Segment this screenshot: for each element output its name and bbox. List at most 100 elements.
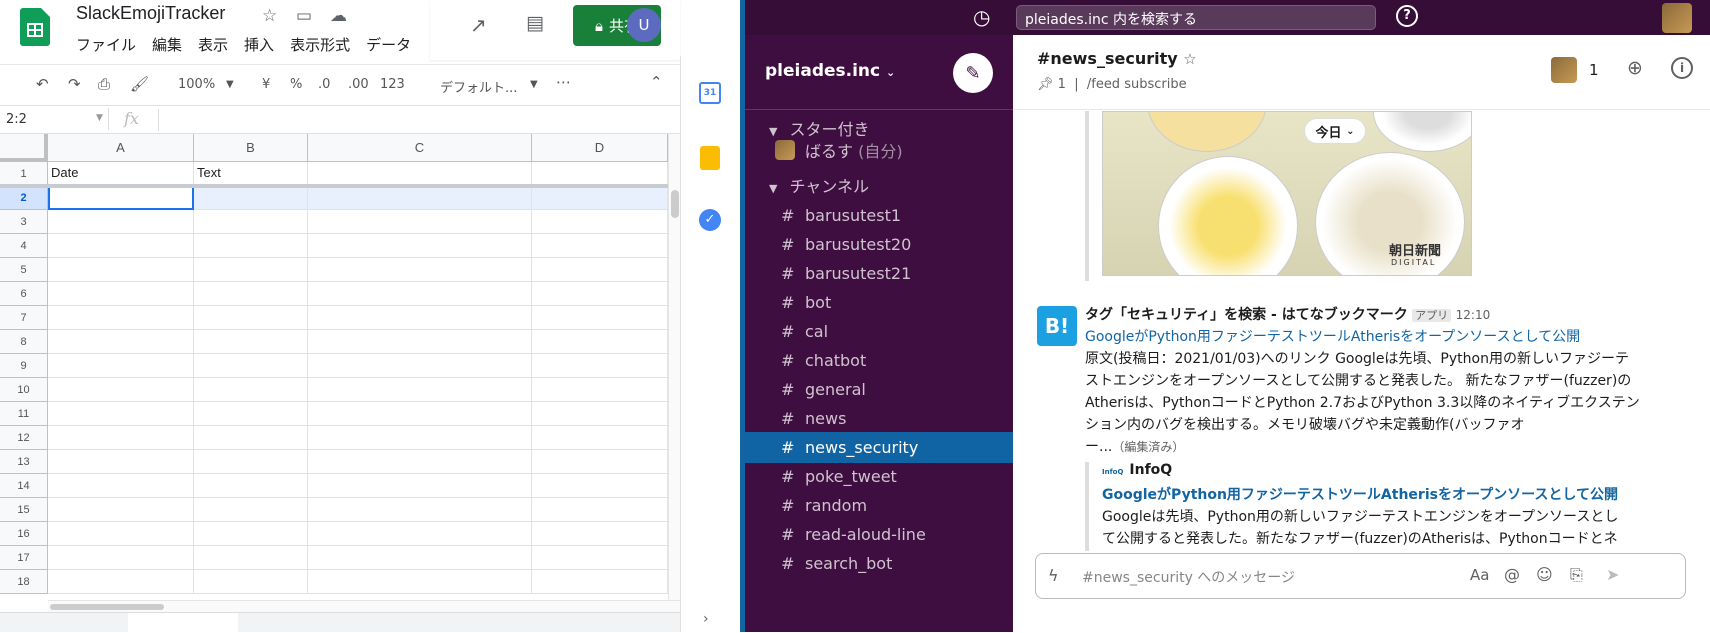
percent-button[interactable]: % (290, 77, 302, 92)
emoji-icon[interactable]: ☺ (1536, 565, 1553, 584)
cell[interactable] (308, 474, 532, 498)
cell[interactable] (532, 474, 668, 498)
cell[interactable] (48, 306, 194, 330)
pin-icon[interactable]: 📌︎ (1037, 77, 1054, 92)
cell[interactable] (48, 402, 194, 426)
cell[interactable] (48, 546, 194, 570)
cell[interactable] (532, 426, 668, 450)
font-chevron-icon[interactable]: ▼ (530, 79, 538, 90)
app-avatar[interactable]: B! (1037, 306, 1077, 346)
row-number[interactable]: 3 (0, 210, 48, 234)
date-divider-button[interactable]: 今日 ⌄ (1304, 118, 1366, 144)
cell[interactable] (308, 426, 532, 450)
compose-button[interactable]: ✎ (953, 53, 993, 93)
mention-icon[interactable]: @ (1504, 565, 1520, 584)
cell[interactable]: Date (48, 162, 194, 186)
section-channels[interactable]: ▼ チャンネル (769, 173, 869, 197)
cell[interactable] (194, 522, 308, 546)
selected-cell[interactable] (48, 186, 194, 210)
cell[interactable] (194, 210, 308, 234)
cell[interactable] (532, 450, 668, 474)
send-icon[interactable]: ➤ (1606, 565, 1619, 584)
name-box-chevron-icon[interactable]: ▼ (96, 113, 103, 123)
cell[interactable] (532, 378, 668, 402)
cell[interactable] (532, 354, 668, 378)
cell[interactable] (532, 402, 668, 426)
keep-icon[interactable] (700, 146, 720, 170)
channel-news_security[interactable]: # news_security (745, 432, 1013, 463)
activity-trend-icon[interactable]: ↗ (470, 13, 487, 37)
expand-panel-icon[interactable]: › (703, 611, 709, 627)
cell[interactable] (48, 498, 194, 522)
message-link[interactable]: GoogleがPython用ファジーテストツールAtherisをオープンソースと… (1085, 326, 1580, 346)
channel-barusutest21[interactable]: # barusutest21 (745, 258, 1013, 289)
row-number[interactable]: 6 (0, 282, 48, 306)
menu-format[interactable]: 表示形式 (290, 34, 350, 55)
cell[interactable] (48, 378, 194, 402)
row-number[interactable]: 18 (0, 570, 48, 594)
cell[interactable] (308, 258, 532, 282)
cell[interactable] (532, 498, 668, 522)
channel-name[interactable]: #news_security ☆ (1037, 49, 1197, 68)
message-input[interactable]: #news_security へのメッセージ (1082, 567, 1295, 587)
row-number[interactable]: 8 (0, 330, 48, 354)
channel-general[interactable]: # general (745, 374, 1013, 405)
cell[interactable] (308, 402, 532, 426)
cell[interactable] (48, 474, 194, 498)
channel-search_bot[interactable]: # search_bot (745, 548, 1013, 579)
name-box[interactable]: 2:2 (6, 112, 27, 127)
row-number[interactable]: 11 (0, 402, 48, 426)
formatting-button[interactable]: Aa (1470, 566, 1489, 584)
cell[interactable] (308, 306, 532, 330)
row-number[interactable]: 4 (0, 234, 48, 258)
tasks-icon[interactable]: ✓ (699, 209, 721, 231)
cell[interactable] (308, 378, 532, 402)
cell[interactable] (532, 186, 668, 210)
message-time[interactable]: 12:10 (1456, 308, 1491, 322)
cell[interactable] (48, 522, 194, 546)
star-icon[interactable]: ☆ (262, 6, 277, 26)
channel-cal[interactable]: # cal (745, 316, 1013, 347)
attachment-title[interactable]: GoogleがPython用ファジーテストツールAtherisをオープンソースと… (1102, 484, 1618, 504)
menu-edit[interactable]: 編集 (152, 34, 182, 55)
cell[interactable] (532, 546, 668, 570)
info-icon[interactable]: i (1671, 57, 1693, 79)
cell[interactable] (532, 570, 668, 594)
news-image[interactable]: 朝日新聞 DIGITAL (1102, 111, 1472, 276)
menu-file[interactable]: ファイル (76, 34, 136, 55)
row-number[interactable]: 10 (0, 378, 48, 402)
cell[interactable] (194, 402, 308, 426)
row-number[interactable]: 12 (0, 426, 48, 450)
cell[interactable]: Text (194, 162, 308, 186)
menu-view[interactable]: 表示 (198, 34, 228, 55)
currency-button[interactable]: ¥ (262, 77, 270, 92)
channel-barusutest20[interactable]: # barusutest20 (745, 229, 1013, 260)
dm-self[interactable]: ばるす (自分) (745, 134, 1013, 165)
cell[interactable] (532, 306, 668, 330)
font-select[interactable]: デフォルト... (440, 77, 517, 96)
sheets-logo-icon[interactable] (20, 8, 50, 46)
cell[interactable] (48, 210, 194, 234)
cell[interactable] (194, 186, 308, 210)
cell[interactable] (194, 234, 308, 258)
history-icon[interactable]: ◷ (973, 5, 990, 29)
comments-icon[interactable]: ▤ (526, 12, 544, 34)
row-number[interactable]: 2 (0, 186, 48, 210)
cell[interactable] (532, 162, 668, 186)
cell[interactable] (194, 426, 308, 450)
move-folder-icon[interactable]: ▭ (296, 6, 312, 26)
column-header[interactable]: D (532, 134, 668, 162)
zoom-chevron-icon[interactable]: ▼ (226, 79, 234, 90)
scrollbar-thumb[interactable] (671, 190, 679, 218)
cell[interactable] (48, 330, 194, 354)
member-avatar[interactable] (1551, 57, 1577, 83)
row-number[interactable]: 16 (0, 522, 48, 546)
cell[interactable] (532, 210, 668, 234)
menu-insert[interactable]: 挿入 (244, 34, 274, 55)
menu-data[interactable]: データ (366, 34, 411, 55)
more-icon[interactable]: ⋯ (556, 73, 571, 91)
cell[interactable] (308, 450, 532, 474)
vertical-scrollbar[interactable] (668, 134, 680, 600)
more-formats-button[interactable]: 123 (380, 77, 405, 92)
add-member-icon[interactable]: ⊕ (1627, 57, 1643, 79)
